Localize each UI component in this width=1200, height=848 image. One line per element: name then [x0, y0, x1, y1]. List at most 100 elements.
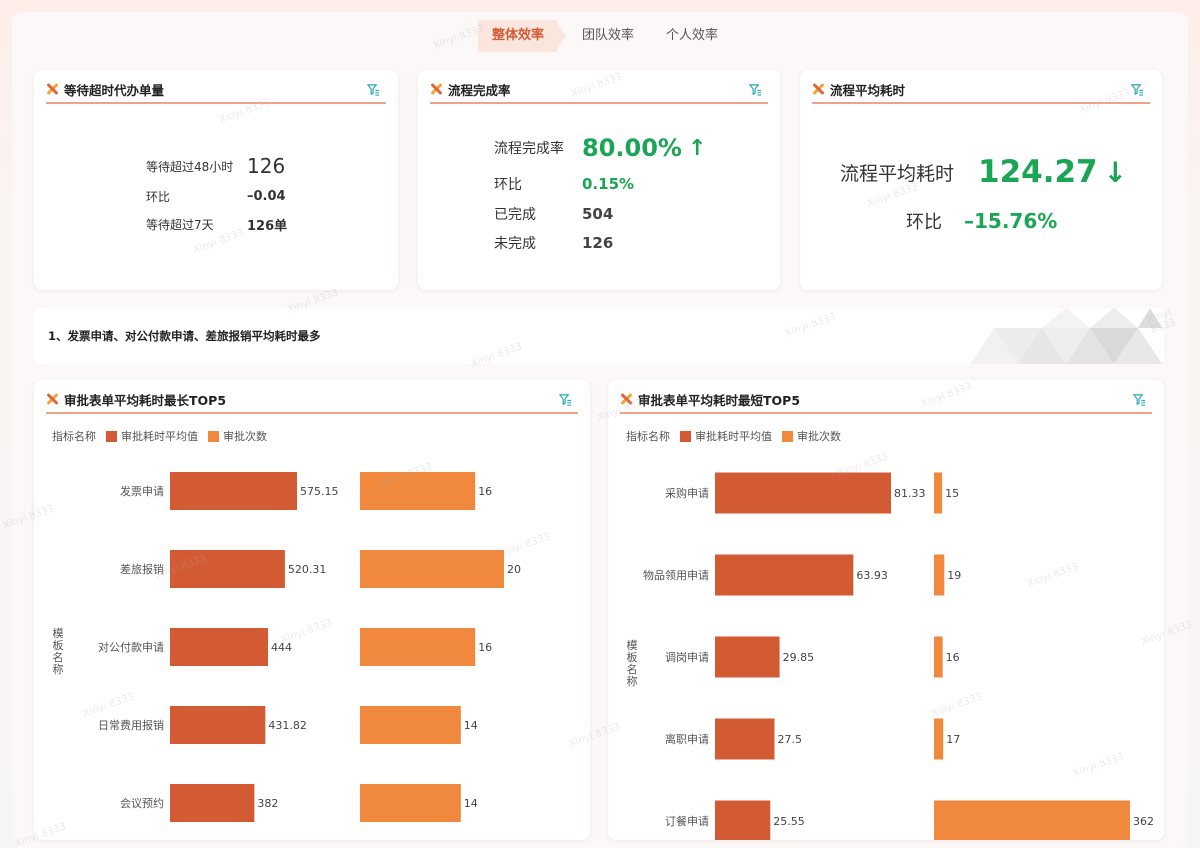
- kpi-row: 已完成 504: [494, 204, 613, 224]
- bar-value-label: 520.31: [288, 563, 327, 576]
- tab-personal-efficiency[interactable]: 个人效率: [650, 20, 734, 52]
- brand-x-icon: [812, 83, 824, 95]
- bar-approval-count[interactable]: [360, 784, 461, 822]
- kpi-row: 环比 –0.04: [146, 188, 286, 205]
- bar-approval-count[interactable]: [934, 554, 945, 596]
- kpi-value: –0.04: [247, 189, 286, 204]
- tab-team-efficiency[interactable]: 团队效率: [566, 20, 650, 52]
- kpi-label: 未完成: [494, 236, 536, 252]
- card-timeout-pending: 等待超时代办单量 等待超过48小时 126 环比 –0.04 等待超过7天 12…: [34, 70, 398, 290]
- filter-icon[interactable]: [749, 83, 762, 96]
- bar-value-label: 15: [945, 487, 959, 500]
- kpi-main-row: 流程平均耗时 124.27 ↓: [840, 154, 1127, 190]
- brand-x-icon: [46, 83, 58, 95]
- kpi-label: 流程完成率: [494, 141, 564, 157]
- bar-value-label: 382: [257, 797, 278, 810]
- category-label: 对公付款申请: [98, 640, 164, 654]
- bar-value-label: 14: [464, 719, 478, 732]
- tab-overall-efficiency[interactable]: 整体效率: [478, 20, 567, 52]
- kpi-row: 等待超过7天 126单: [146, 215, 287, 234]
- kpi-value: 0.15%: [582, 175, 635, 193]
- bar-value-label: 63.93: [856, 569, 888, 582]
- category-label: 离职申请: [665, 732, 709, 746]
- bar-avg-duration[interactable]: [715, 554, 854, 596]
- brand-x-icon: [430, 83, 442, 95]
- bar-approval-count[interactable]: [360, 472, 476, 510]
- category-label: 调岗申请: [665, 651, 709, 664]
- kpi-label: 等待超过48小时: [146, 159, 234, 174]
- kpi-value: 126单: [247, 219, 288, 234]
- card-header: 等待超时代办单量: [46, 76, 386, 104]
- bar-value-label: 19: [947, 569, 961, 582]
- kpi-value: –15.76%: [964, 209, 1058, 233]
- bar-approval-count[interactable]: [934, 800, 1130, 841]
- bar-avg-duration[interactable]: [715, 800, 771, 841]
- kpi-value: 504: [582, 205, 614, 223]
- bar-approval-count[interactable]: [934, 472, 943, 514]
- bar-value-label: 20: [507, 563, 521, 576]
- card-header: 流程完成率: [430, 76, 768, 104]
- kpi-value: 126: [582, 234, 614, 252]
- category-label: 采购申请: [665, 486, 709, 500]
- bar-avg-duration[interactable]: [170, 784, 255, 822]
- card-avg-duration: 流程平均耗时 流程平均耗时 124.27 ↓ 环比 –15.76%: [800, 70, 1162, 290]
- bar-value-label: 17: [946, 733, 960, 746]
- filter-icon[interactable]: [1131, 83, 1144, 96]
- kpi-row: 环比 –15.76%: [906, 208, 1057, 234]
- kpi-label: 流程平均耗时: [840, 162, 955, 185]
- kpi-value: 80.00%: [582, 134, 682, 162]
- summary-text: 1、发票申请、对公付款申请、差旅报销平均耗时最多: [48, 329, 321, 343]
- category-label: 发票申请: [120, 484, 164, 498]
- kpi-label: 环比: [146, 190, 171, 204]
- kpi-row: 等待超过48小时 126: [146, 154, 285, 178]
- bar-value-label: 362: [1133, 815, 1154, 828]
- bar-avg-duration[interactable]: [715, 472, 891, 514]
- bar-avg-duration[interactable]: [715, 718, 775, 760]
- bar-approval-count[interactable]: [360, 628, 476, 666]
- arrow-up-icon: ↑: [687, 135, 707, 161]
- category-label: 日常费用报销: [98, 718, 164, 732]
- chart-card-longest: 审批表单平均耗时最长TOP5 指标名称 审批耗时平均值 审批次数 模板名称 发票…: [34, 380, 590, 840]
- kpi-row: 未完成 126: [494, 233, 613, 253]
- chart-card-shortest: 审批表单平均耗时最短TOP5 指标名称 审批耗时平均值 审批次数 模板名称 采购…: [608, 380, 1164, 840]
- triangle-pattern-decoration: [970, 308, 1162, 364]
- bar-approval-count[interactable]: [360, 550, 504, 588]
- bar-avg-duration[interactable]: [170, 628, 269, 666]
- bar-avg-duration[interactable]: [170, 706, 266, 744]
- kpi-label: 环比: [906, 212, 942, 233]
- card-completion-rate: 流程完成率 流程完成率 80.00% ↑ 环比 0.15% 已完成 504 未完…: [418, 70, 780, 290]
- bar-value-label: 431.82: [268, 719, 307, 732]
- category-label: 订餐申请: [665, 814, 709, 828]
- card-title: 流程完成率: [448, 82, 511, 98]
- bar-value-label: 444: [271, 641, 292, 654]
- bar-avg-duration[interactable]: [170, 472, 297, 510]
- kpi-label: 等待超过7天: [146, 218, 214, 232]
- bar-value-label: 575.15: [300, 485, 339, 498]
- bar-avg-duration[interactable]: [170, 550, 285, 588]
- card-title: 等待超时代办单量: [64, 82, 165, 98]
- card-header: 流程平均耗时: [812, 76, 1150, 104]
- bar-value-label: 16: [946, 651, 960, 664]
- bar-avg-duration[interactable]: [715, 636, 780, 678]
- category-label: 会议预约: [120, 797, 164, 810]
- summary-banner: 1、发票申请、对公付款申请、差旅报销平均耗时最多: [34, 308, 1164, 364]
- bar-approval-count[interactable]: [360, 706, 461, 744]
- bar-value-label: 29.85: [783, 651, 815, 664]
- kpi-value: 126: [247, 154, 286, 178]
- kpi-label: 环比: [494, 177, 522, 193]
- bar-value-label: 16: [478, 485, 492, 498]
- bar-approval-count[interactable]: [934, 718, 944, 760]
- category-label: 物品领用申请: [643, 568, 709, 582]
- bar-value-label: 81.33: [894, 487, 926, 500]
- filter-icon[interactable]: [367, 83, 380, 96]
- chart-longest-svg: 发票申请 575.15 16 差旅报销 520.31 20 对公付款申请 444 16 日常费用报…: [98, 472, 521, 822]
- bar-approval-count[interactable]: [934, 636, 943, 678]
- kpi-label: 已完成: [494, 207, 536, 223]
- chart-shortest-svg: 采购申请 81.33 15 物品领用申请 63.93 19 调岗申请 29.85 16 离职申请 2…: [643, 472, 1154, 841]
- efficiency-tabs: 整体效率 团队效率 个人效率: [478, 20, 734, 52]
- card-title: 流程平均耗时: [830, 82, 906, 98]
- bar-value-label: 25.55: [773, 815, 805, 828]
- category-label: 差旅报销: [120, 562, 164, 576]
- arrow-down-icon: ↓: [1103, 155, 1128, 189]
- bar-value-label: 14: [464, 797, 478, 810]
